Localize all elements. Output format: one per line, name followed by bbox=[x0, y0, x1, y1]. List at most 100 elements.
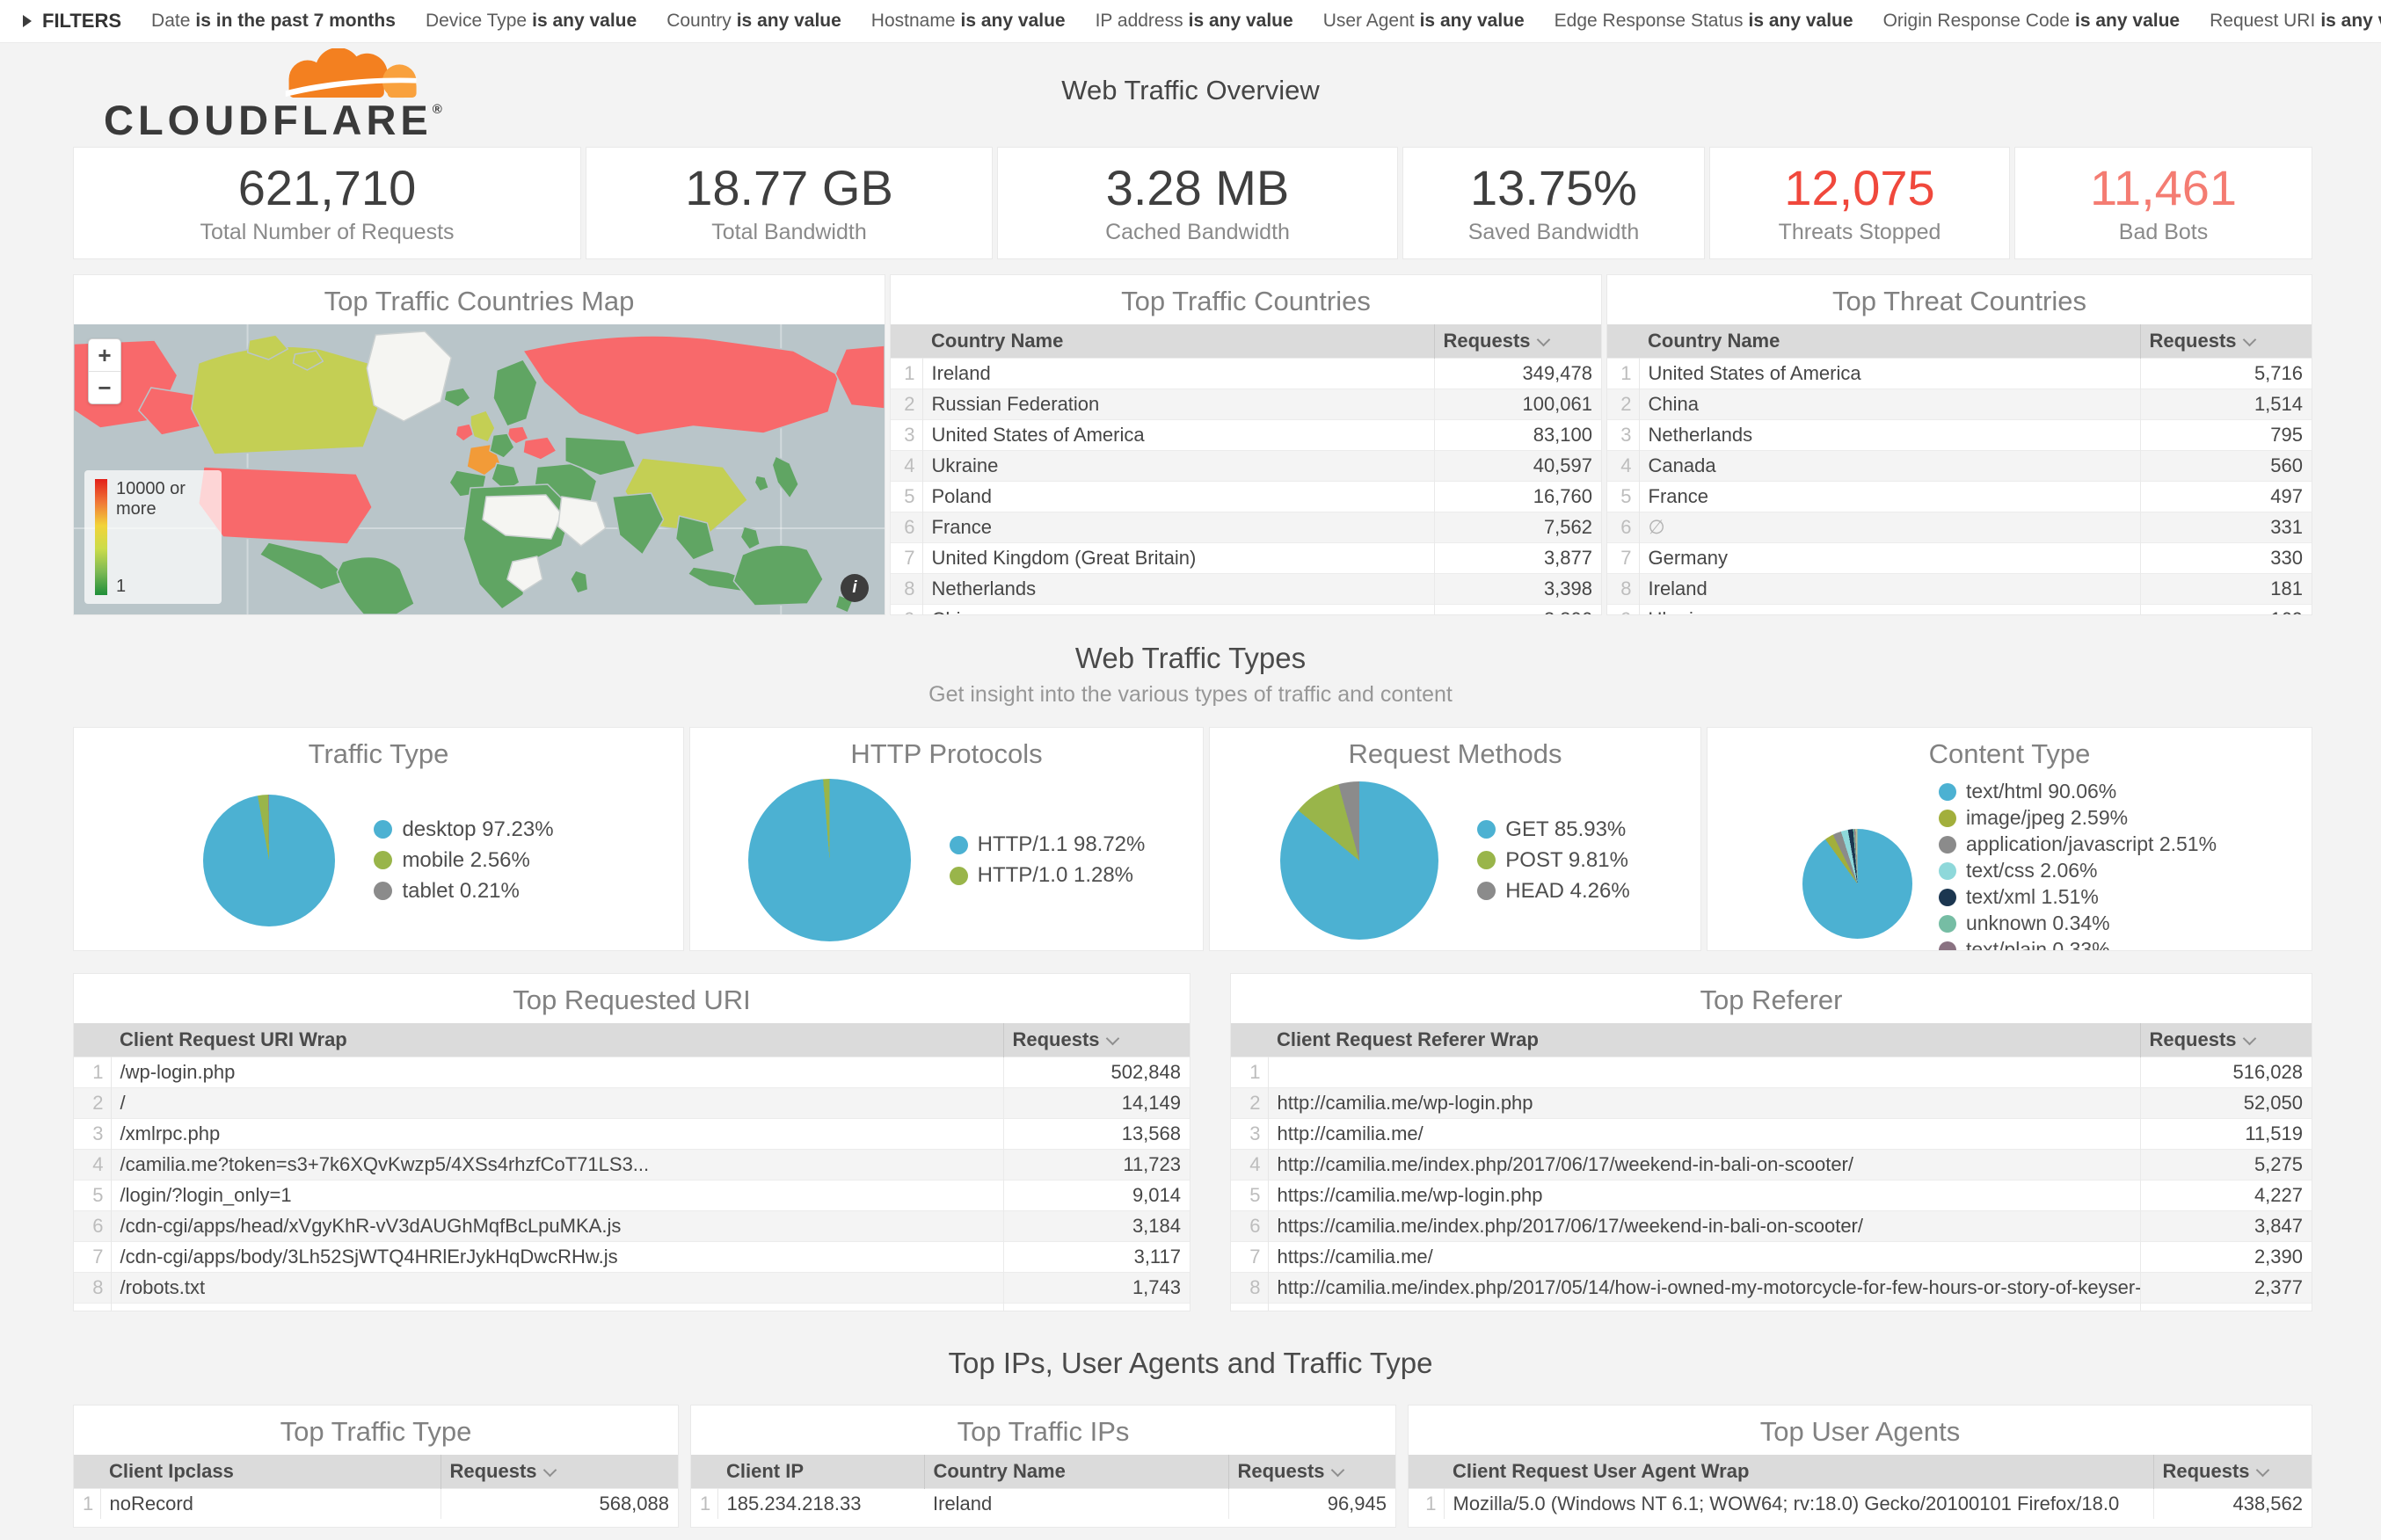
table-row: 1516,028 bbox=[1231, 1057, 2312, 1088]
bottom-section-head: Top IPs, User Agents and Traffic Type bbox=[0, 1347, 2381, 1380]
filter-item[interactable]: Edge Response Statusis any value bbox=[1555, 11, 1853, 32]
legend-item: HTTP/1.1 98.72% bbox=[950, 832, 1146, 857]
filter-item[interactable]: Request URIis any value bbox=[2210, 11, 2381, 32]
section-title: Top IPs, User Agents and Traffic Type bbox=[0, 1347, 2381, 1380]
column-header-country-name[interactable]: Country Name bbox=[1639, 324, 2140, 359]
sort-chevron-down-icon bbox=[2242, 333, 2256, 347]
row-index: 2 bbox=[1607, 389, 1639, 420]
legend-swatch-icon bbox=[1939, 862, 1956, 880]
http-protocols-card: HTTP Protocols HTTP/1.1 98.72%HTTP/1.0 1… bbox=[689, 727, 1204, 951]
cell-requests: 330 bbox=[2140, 543, 2312, 574]
cell-name: France bbox=[922, 512, 1434, 543]
row-index: 3 bbox=[891, 420, 922, 451]
cell-requests: 52,050 bbox=[2140, 1088, 2312, 1119]
filter-item[interactable]: Hostnameis any value bbox=[871, 11, 1066, 32]
column-header-country-name[interactable]: Country Name bbox=[924, 1455, 1228, 1489]
table-row: 4Canada560 bbox=[1607, 451, 2312, 482]
row-index: 6 bbox=[1607, 512, 1639, 543]
sort-chevron-down-icon bbox=[1330, 1464, 1344, 1478]
column-header-client-request-user-agent-wrap[interactable]: Client Request User Agent Wrap bbox=[1444, 1455, 2153, 1489]
filter-value: is any value bbox=[1189, 11, 1293, 31]
table-row: 1United States of America5,716 bbox=[1607, 359, 2312, 389]
cell-requests: 83,100 bbox=[1434, 420, 1601, 451]
map-zoom-in-button[interactable]: + bbox=[89, 339, 120, 372]
info-icon[interactable]: i bbox=[841, 574, 869, 602]
cell-requests: 16,760 bbox=[1434, 482, 1601, 512]
column-header-requests[interactable]: Requests bbox=[1003, 1023, 1190, 1057]
filter-bar: FILTERS Dateis in the past 7 months Devic… bbox=[0, 0, 2381, 43]
row-index: 1 bbox=[1231, 1057, 1268, 1088]
top-traffic-ips-card: Top Traffic IPs Client IPCountry NameReq… bbox=[690, 1405, 1396, 1528]
cell-referer: https://camilia.me/ bbox=[1268, 1242, 2140, 1273]
column-header-client-ipclass[interactable]: Client Ipclass bbox=[100, 1455, 441, 1489]
filter-item[interactable]: Dateis in the past 7 months bbox=[151, 11, 396, 32]
cell-referer: http://camilia.me/ bbox=[1268, 1119, 2140, 1150]
filter-item[interactable]: IP addressis any value bbox=[1096, 11, 1293, 32]
map-card-title: Top Traffic Countries Map bbox=[74, 275, 885, 324]
column-header-requests[interactable]: Requests bbox=[1434, 324, 1601, 359]
filter-item[interactable]: Device Typeis any value bbox=[426, 11, 637, 32]
column-header-requests[interactable]: Requests bbox=[441, 1455, 678, 1489]
table-header-row: Client IpclassRequests bbox=[74, 1455, 678, 1489]
section-title: Web Traffic Types bbox=[0, 642, 2381, 675]
row-index: 8 bbox=[1607, 574, 1639, 605]
row-index: 1 bbox=[74, 1489, 100, 1520]
legend-label: unknown 0.34% bbox=[1966, 912, 2110, 935]
kpi-value: 3.28 MB bbox=[1106, 161, 1290, 215]
cell-requests: 4,227 bbox=[2140, 1180, 2312, 1211]
legend-item: text/plain 0.33% bbox=[1939, 938, 2217, 951]
cell-ipclass: noRecord bbox=[100, 1489, 441, 1520]
row-index: 5 bbox=[1607, 482, 1639, 512]
uri-referer-row: Top Requested URI Client Request URI Wra… bbox=[73, 973, 2308, 1311]
filters-toggle[interactable]: FILTERS bbox=[23, 10, 121, 33]
cell-requests: 438,562 bbox=[2153, 1489, 2312, 1520]
cell-requests: 3,184 bbox=[1003, 1211, 1190, 1242]
filter-item[interactable]: Origin Response Codeis any value bbox=[1883, 11, 2181, 32]
top-traffic-type-table: Client IpclassRequests1noRecord568,088 bbox=[74, 1455, 678, 1519]
cell-requests: 11,519 bbox=[2140, 1119, 2312, 1150]
cell-name: Ukraine bbox=[922, 451, 1434, 482]
filter-item[interactable]: User Agentis any value bbox=[1323, 11, 1525, 32]
table-row: 1185.234.218.33Ireland96,945 bbox=[691, 1489, 1395, 1520]
row-index: 9 bbox=[1231, 1304, 1268, 1311]
cell-referer bbox=[1268, 1057, 2140, 1088]
row-index: 1 bbox=[891, 359, 922, 389]
legend-swatch-icon bbox=[1939, 915, 1956, 933]
column-header-requests[interactable]: Requests bbox=[1228, 1455, 1395, 1489]
top-requested-uri-card: Top Requested URI Client Request URI Wra… bbox=[73, 973, 1190, 1311]
filters-label: FILTERS bbox=[42, 10, 121, 33]
row-index: 4 bbox=[74, 1150, 111, 1180]
map-zoom-out-button[interactable]: − bbox=[89, 372, 120, 403]
legend-item: application/javascript 2.51% bbox=[1939, 832, 2217, 856]
cell-referer: http://camilia.me/index.php/cities/ bbox=[1268, 1304, 2140, 1311]
column-header-client-ip[interactable]: Client IP bbox=[717, 1455, 924, 1489]
cell-requests: 1,743 bbox=[1003, 1273, 1190, 1304]
row-index-header bbox=[74, 1455, 100, 1489]
legend-item: text/xml 1.51% bbox=[1939, 885, 2217, 909]
row-index: 3 bbox=[1607, 420, 1639, 451]
column-header-requests[interactable]: Requests bbox=[2140, 1023, 2312, 1057]
cell-referer: http://camilia.me/index.php/2017/05/14/h… bbox=[1268, 1273, 2140, 1304]
column-header-client-request-referer-wrap[interactable]: Client Request Referer Wrap bbox=[1268, 1023, 2140, 1057]
kpi-card: 18.77 GBTotal Bandwidth bbox=[586, 147, 993, 259]
column-header-requests[interactable]: Requests bbox=[2140, 324, 2312, 359]
cell-name: ∅ bbox=[1639, 512, 2140, 543]
cell-country: Ireland bbox=[924, 1489, 1228, 1520]
card-title: Traffic Type bbox=[74, 728, 683, 777]
table-row: 6/cdn-cgi/apps/head/xVgyKhR-vV3dAUGhMqfB… bbox=[74, 1211, 1190, 1242]
table-row: 2/14,149 bbox=[74, 1088, 1190, 1119]
cell-requests: 169 bbox=[2140, 605, 2312, 615]
kpi-card: 3.28 MBCached Bandwidth bbox=[997, 147, 1398, 259]
sort-chevron-down-icon bbox=[2242, 1032, 2256, 1046]
filter-item[interactable]: Countryis any value bbox=[666, 11, 841, 32]
top-user-agents-table: Client Request User Agent WrapRequests1M… bbox=[1409, 1455, 2312, 1519]
world-map[interactable]: + − 10000 or more 1 i bbox=[74, 324, 885, 614]
cell-requests: 331 bbox=[2140, 512, 2312, 543]
column-header-country-name[interactable]: Country Name bbox=[922, 324, 1434, 359]
legend-swatch-icon bbox=[1477, 882, 1496, 900]
cell-name: United States of America bbox=[922, 420, 1434, 451]
table-row: 2Russian Federation100,061 bbox=[891, 389, 1601, 420]
column-header-requests[interactable]: Requests bbox=[2153, 1455, 2312, 1489]
cell-requests: 1,713 bbox=[1003, 1304, 1190, 1311]
column-header-client-request-uri-wrap[interactable]: Client Request URI Wrap bbox=[111, 1023, 1003, 1057]
